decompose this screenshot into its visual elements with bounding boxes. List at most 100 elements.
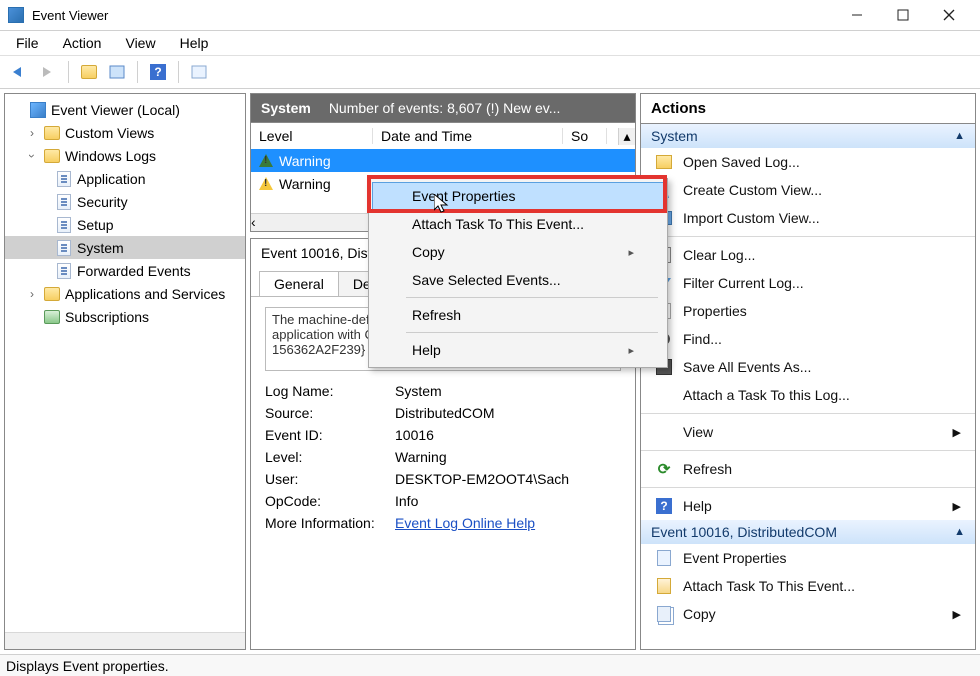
folder-icon bbox=[43, 147, 61, 165]
subscriptions-icon bbox=[43, 308, 61, 326]
help-icon: ? bbox=[655, 497, 673, 515]
section-system[interactable]: System▲ bbox=[641, 124, 975, 148]
action-import-custom-view[interactable]: Import Custom View... bbox=[641, 204, 975, 232]
separator bbox=[641, 450, 975, 451]
menu-view[interactable]: View bbox=[115, 33, 165, 53]
log-icon bbox=[55, 262, 73, 280]
collapse-icon: ▲ bbox=[954, 130, 965, 142]
up-folder-button[interactable] bbox=[77, 60, 101, 84]
tree-log-setup[interactable]: Setup bbox=[5, 213, 245, 236]
link-online-help[interactable]: Event Log Online Help bbox=[395, 515, 535, 531]
action-save-all[interactable]: Save All Events As... bbox=[641, 353, 975, 381]
context-help[interactable]: Help ▸ bbox=[372, 336, 664, 364]
section-event[interactable]: Event 10016, DistributedCOM ▲ bbox=[641, 520, 975, 544]
properties-button[interactable] bbox=[105, 60, 129, 84]
action-label: View bbox=[683, 424, 713, 440]
refresh-icon: ⟳ bbox=[655, 460, 673, 478]
action-create-custom-view[interactable]: Create Custom View... bbox=[641, 176, 975, 204]
folder-icon bbox=[43, 285, 61, 303]
separator bbox=[641, 413, 975, 414]
scroll-up-button[interactable]: ▴ bbox=[618, 128, 635, 145]
tree-label: System bbox=[77, 240, 124, 256]
collapse-icon: ▲ bbox=[954, 526, 965, 538]
context-event-properties[interactable]: Event Properties bbox=[372, 182, 664, 210]
action-attach-task-event[interactable]: Attach Task To This Event... bbox=[641, 572, 975, 600]
tree-label: Custom Views bbox=[65, 125, 154, 141]
context-label: Attach Task To This Event... bbox=[412, 216, 584, 232]
action-refresh[interactable]: ⟳Refresh bbox=[641, 455, 975, 483]
tree-windows-logs[interactable]: › Windows Logs bbox=[5, 144, 245, 167]
tree-apps-services[interactable]: › Applications and Services bbox=[5, 282, 245, 305]
action-properties[interactable]: Properties bbox=[641, 297, 975, 325]
toolbar-separator bbox=[178, 61, 179, 83]
action-filter-log[interactable]: Filter Current Log... bbox=[641, 269, 975, 297]
center-subtitle: Number of events: 8,607 (!) New ev... bbox=[329, 100, 561, 116]
tab-general[interactable]: General bbox=[259, 271, 339, 296]
view-icon bbox=[655, 423, 673, 441]
context-copy[interactable]: Copy ▸ bbox=[372, 238, 664, 266]
col-date[interactable]: Date and Time bbox=[373, 128, 563, 144]
col-source[interactable]: So bbox=[563, 128, 607, 144]
menu-file[interactable]: File bbox=[6, 33, 49, 53]
event-properties-icon bbox=[655, 549, 673, 567]
menu-help[interactable]: Help bbox=[170, 33, 219, 53]
context-label: Help bbox=[412, 342, 441, 358]
action-label: Find... bbox=[683, 331, 722, 347]
tree-custom-views[interactable]: › Custom Views bbox=[5, 121, 245, 144]
action-view[interactable]: View ▶ bbox=[641, 418, 975, 446]
forward-button[interactable] bbox=[36, 60, 60, 84]
titlebar: Event Viewer bbox=[0, 0, 980, 31]
context-separator bbox=[406, 297, 658, 298]
col-level[interactable]: Level bbox=[251, 128, 373, 144]
help-button[interactable]: ? bbox=[146, 60, 170, 84]
extra-button[interactable] bbox=[187, 60, 211, 84]
action-find[interactable]: Find... bbox=[641, 325, 975, 353]
lbl-source: Source: bbox=[265, 405, 395, 421]
context-attach-task[interactable]: Attach Task To This Event... bbox=[372, 210, 664, 238]
submenu-icon: ▸ bbox=[628, 246, 634, 259]
log-icon bbox=[55, 170, 73, 188]
action-attach-task-log[interactable]: Attach a Task To this Log... bbox=[641, 381, 975, 409]
lbl-log-name: Log Name: bbox=[265, 383, 395, 399]
context-label: Copy bbox=[412, 244, 445, 260]
tree-log-system[interactable]: System bbox=[5, 236, 245, 259]
actions-pane: Actions System▲ Open Saved Log... Create… bbox=[640, 93, 976, 650]
tree-root[interactable]: Event Viewer (Local) bbox=[5, 98, 245, 121]
action-open-saved-log[interactable]: Open Saved Log... bbox=[641, 148, 975, 176]
action-event-properties[interactable]: Event Properties bbox=[641, 544, 975, 572]
lbl-opcode: OpCode: bbox=[265, 493, 395, 509]
action-help[interactable]: ?Help▶ bbox=[641, 492, 975, 520]
action-copy[interactable]: Copy▶ bbox=[641, 600, 975, 628]
action-label: Open Saved Log... bbox=[683, 154, 800, 170]
tree-label: Applications and Services bbox=[65, 286, 225, 302]
section-title: Event 10016, DistributedCOM bbox=[651, 524, 837, 540]
maximize-button[interactable] bbox=[880, 0, 926, 30]
back-button[interactable] bbox=[8, 60, 32, 84]
log-icon bbox=[55, 216, 73, 234]
expander-icon[interactable]: › bbox=[25, 126, 39, 140]
val-opcode: Info bbox=[395, 493, 418, 509]
context-save-selected[interactable]: Save Selected Events... bbox=[372, 266, 664, 294]
tree-subscriptions[interactable]: Subscriptions bbox=[5, 305, 245, 328]
attach-task-icon bbox=[655, 577, 673, 595]
submenu-icon: ▶ bbox=[953, 426, 961, 439]
context-refresh[interactable]: Refresh bbox=[372, 301, 664, 329]
tree-label: Event Viewer (Local) bbox=[51, 102, 180, 118]
action-clear-log[interactable]: Clear Log... bbox=[641, 241, 975, 269]
expander-icon[interactable]: › bbox=[25, 149, 39, 163]
expander-icon[interactable]: › bbox=[25, 287, 39, 301]
tree-log-application[interactable]: Application bbox=[5, 167, 245, 190]
context-label: Refresh bbox=[412, 307, 461, 323]
minimize-button[interactable] bbox=[834, 0, 880, 30]
tree-log-security[interactable]: Security bbox=[5, 190, 245, 213]
copy-icon bbox=[655, 605, 673, 623]
tree-label: Setup bbox=[77, 217, 114, 233]
event-row[interactable]: Warning bbox=[251, 149, 635, 172]
menu-action[interactable]: Action bbox=[53, 33, 112, 53]
tree-log-forwarded[interactable]: Forwarded Events bbox=[5, 259, 245, 282]
separator bbox=[641, 487, 975, 488]
event-viewer-icon bbox=[29, 101, 47, 119]
close-button[interactable] bbox=[926, 0, 972, 30]
horizontal-scrollbar[interactable] bbox=[5, 632, 245, 649]
submenu-icon: ▸ bbox=[628, 344, 634, 357]
